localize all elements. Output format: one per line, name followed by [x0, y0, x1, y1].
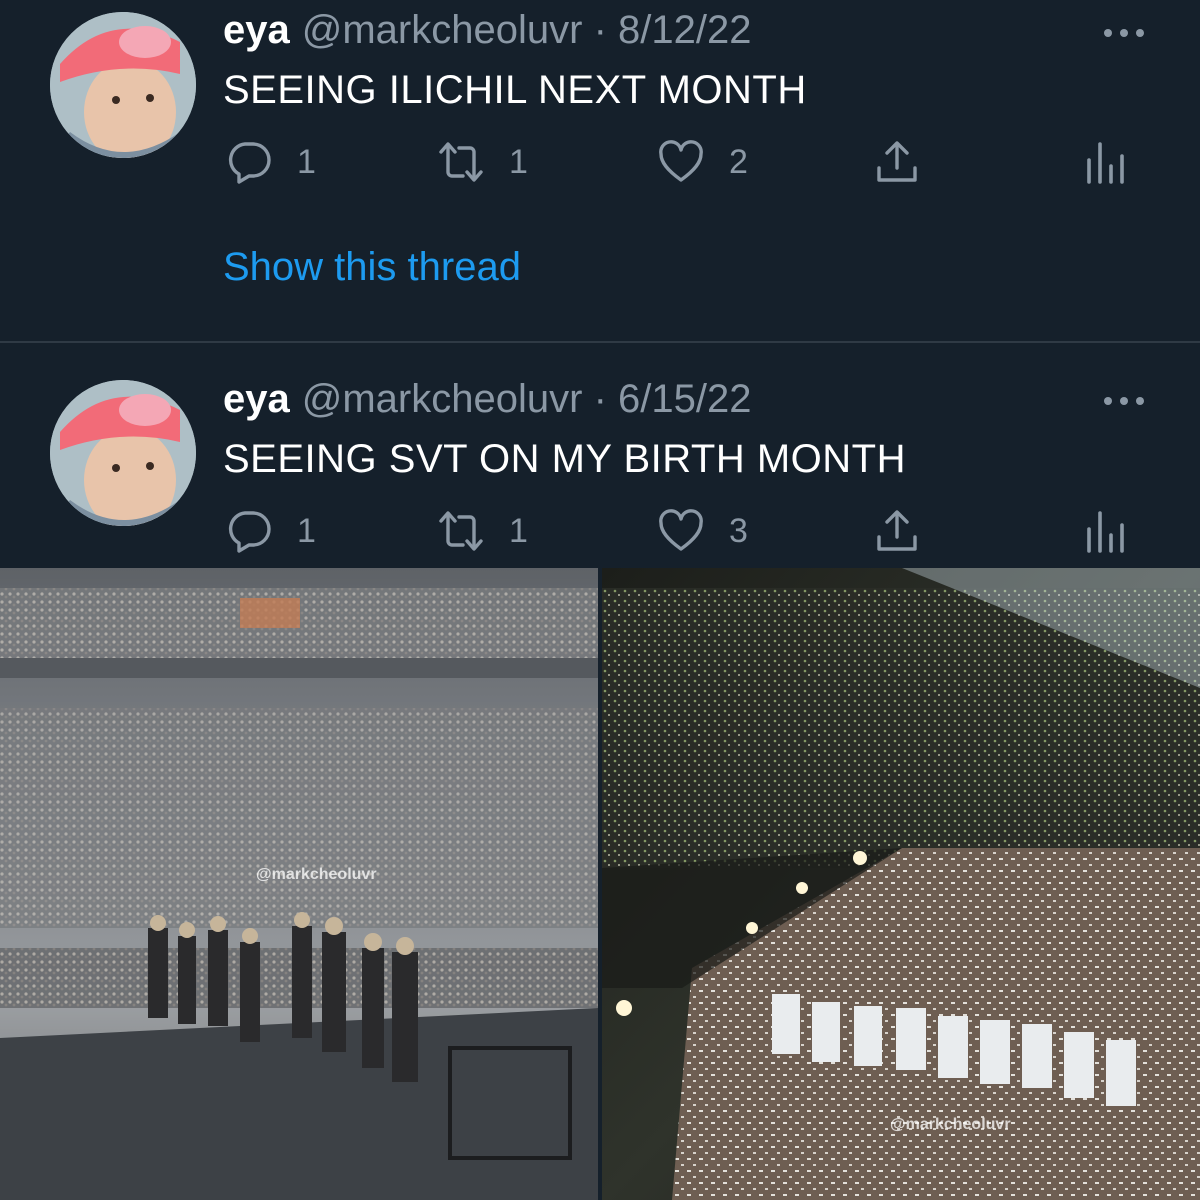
tweet-header: eya @markcheoluvr · 8/12/22	[223, 10, 751, 50]
reply-button[interactable]: 1	[225, 137, 316, 187]
more-icon[interactable]	[1104, 396, 1144, 406]
reply-icon	[228, 511, 271, 553]
tweet-header: eya @markcheoluvr · 6/15/22	[223, 379, 751, 419]
user-handle[interactable]: @markcheoluvr	[302, 377, 583, 421]
tweet-actions: 1 1 2	[225, 137, 1125, 187]
reply-count: 1	[297, 142, 316, 181]
avatar[interactable]	[50, 12, 196, 158]
retweet-count: 1	[509, 142, 528, 181]
retweet-button[interactable]: 1	[437, 137, 528, 187]
reply-count: 1	[297, 511, 316, 550]
like-count: 2	[729, 142, 748, 181]
display-name[interactable]: eya	[223, 377, 290, 421]
tweet-actions: 1 1 3	[225, 506, 1125, 556]
tweet-text: SEEING ILICHIL NEXT MONTH	[223, 68, 807, 112]
heart-icon	[659, 140, 703, 182]
concert-photo-left[interactable]: @markcheoluvr	[0, 568, 598, 1200]
display-name[interactable]: eya	[223, 8, 290, 52]
like-button[interactable]: 2	[657, 137, 748, 187]
share-icon	[877, 141, 917, 182]
tweet-media[interactable]: @markcheoluvr @markcheoluvr	[0, 568, 1200, 1200]
stats-button[interactable]	[1081, 137, 1129, 187]
photo-watermark: @markcheoluvr	[256, 866, 377, 883]
retweet-button[interactable]: 1	[437, 506, 528, 556]
reply-button[interactable]: 1	[225, 506, 316, 556]
stats-icon	[1087, 142, 1124, 184]
retweet-icon	[439, 511, 483, 551]
show-thread-link[interactable]: Show this thread	[223, 245, 521, 290]
retweet-count: 1	[509, 511, 528, 550]
concert-photo-right[interactable]: @markcheoluvr	[602, 568, 1200, 1200]
heart-icon	[659, 509, 703, 551]
tweet[interactable]: eya @markcheoluvr · 8/12/22 SEEING ILICHI…	[0, 0, 1200, 342]
share-icon	[877, 510, 917, 551]
tweet[interactable]: eya @markcheoluvr · 6/15/22 SEEING SVT ON…	[0, 343, 1200, 568]
like-button[interactable]: 3	[657, 506, 748, 556]
separator: ·	[593, 8, 607, 52]
tweet-date[interactable]: 8/12/22	[618, 8, 751, 52]
like-count: 3	[729, 511, 748, 550]
retweet-icon	[439, 142, 483, 182]
user-handle[interactable]: @markcheoluvr	[302, 8, 583, 52]
tweet-text: SEEING SVT ON MY BIRTH MONTH	[223, 437, 906, 481]
share-button[interactable]	[873, 137, 921, 187]
share-button[interactable]	[873, 506, 921, 556]
avatar[interactable]	[50, 380, 196, 526]
separator: ·	[593, 377, 607, 421]
tweet-date[interactable]: 6/15/22	[618, 377, 751, 421]
reply-icon	[228, 142, 271, 184]
stats-button[interactable]	[1081, 506, 1129, 556]
more-icon[interactable]	[1104, 28, 1144, 38]
photo-watermark: @markcheoluvr	[890, 1116, 1011, 1133]
stats-icon	[1087, 511, 1124, 553]
